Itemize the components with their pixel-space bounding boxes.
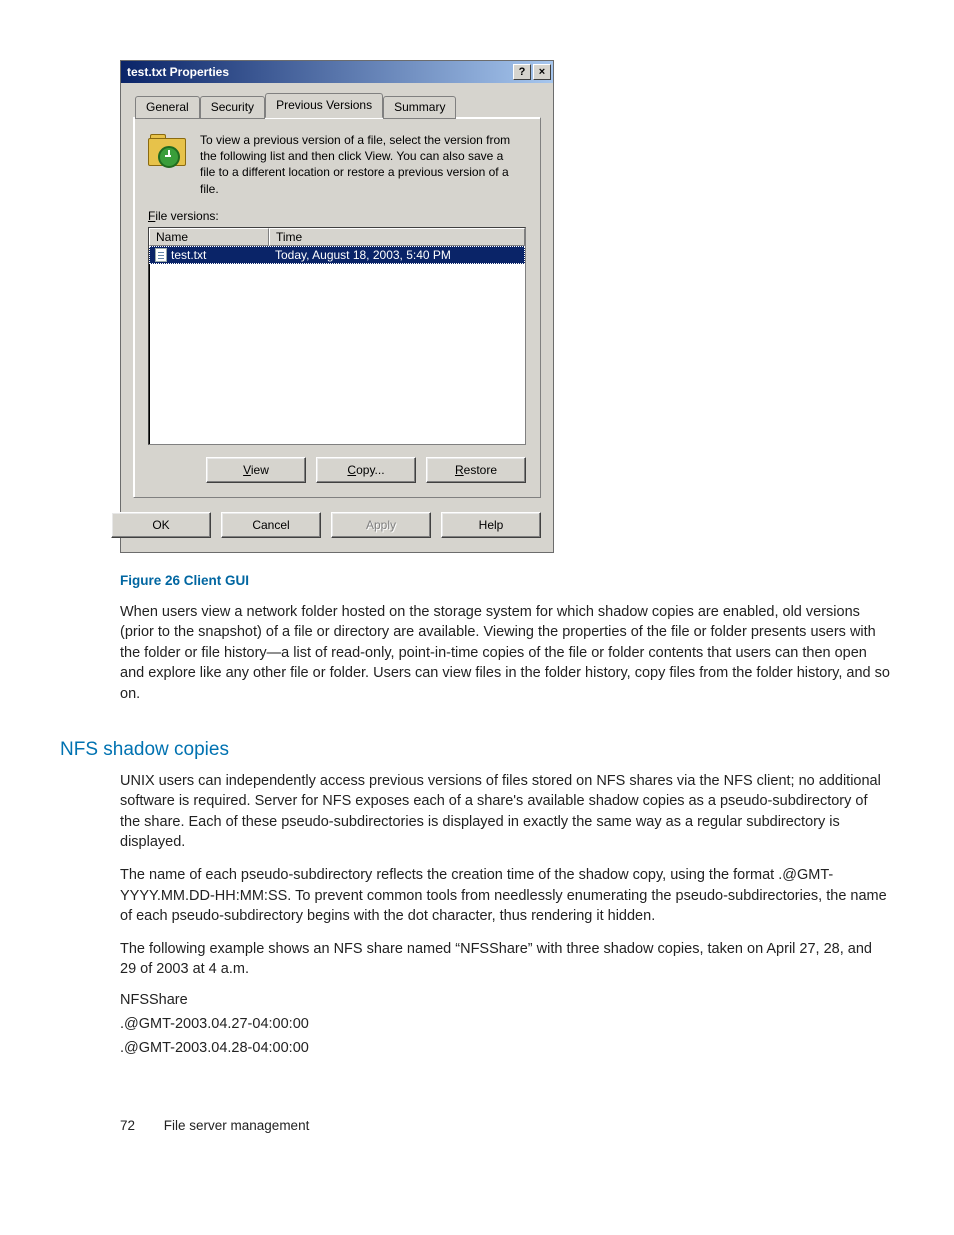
mnemonic: V <box>243 463 251 477</box>
tab-label: Security <box>211 100 254 114</box>
view-button[interactable]: View <box>206 457 306 483</box>
tab-panel: To view a previous version of a file, se… <box>133 117 541 498</box>
figure-caption: Figure 26 Client GUI <box>120 573 894 588</box>
label-rest: opy... <box>356 463 384 477</box>
label: Help <box>479 518 504 532</box>
previous-versions-icon <box>148 132 186 166</box>
section-name: File server management <box>164 1118 310 1133</box>
label-rest: estore <box>464 463 497 477</box>
body-paragraph: UNIX users can independently access prev… <box>120 771 890 853</box>
tabstrip: General Security Previous Versions Summa… <box>133 93 541 118</box>
column-name[interactable]: Name <box>149 228 269 246</box>
label-rest: iew <box>251 463 269 477</box>
window-title: test.txt Properties <box>127 65 511 79</box>
example-line: .@GMT-2003.04.27-04:00:00 <box>120 1016 894 1032</box>
mnemonic: C <box>347 463 356 477</box>
tab-previous-versions[interactable]: Previous Versions <box>265 93 383 118</box>
page-footer: 72 File server management <box>120 1118 894 1133</box>
close-button[interactable]: × <box>533 64 551 80</box>
column-time[interactable]: Time <box>269 228 525 246</box>
body-paragraph: The following example shows an NFS share… <box>120 939 890 980</box>
file-versions-label: File versions: <box>148 209 526 223</box>
question-icon: ? <box>519 66 526 78</box>
label: Cancel <box>252 518 289 532</box>
col-label: Name <box>156 230 188 244</box>
list-item[interactable]: test.txt Today, August 18, 2003, 5:40 PM <box>149 246 525 264</box>
page-number: 72 <box>120 1118 160 1133</box>
body-paragraph: The name of each pseudo-subdirectory ref… <box>120 865 890 927</box>
help-button[interactable]: ? <box>513 64 531 80</box>
list-header: Name Time <box>149 228 525 246</box>
file-name: test.txt <box>171 248 206 262</box>
cancel-button[interactable]: Cancel <box>221 512 321 538</box>
tab-security[interactable]: Security <box>200 96 265 119</box>
mnemonic: R <box>455 463 464 477</box>
file-time: Today, August 18, 2003, 5:40 PM <box>275 248 451 262</box>
help-button-bottom[interactable]: Help <box>441 512 541 538</box>
body-paragraph: When users view a network folder hosted … <box>120 602 890 705</box>
titlebar: test.txt Properties ? × <box>121 61 553 83</box>
cell-name: test.txt <box>149 248 269 262</box>
cell-time: Today, August 18, 2003, 5:40 PM <box>269 248 525 262</box>
close-icon: × <box>539 66 545 78</box>
apply-button[interactable]: Apply <box>331 512 431 538</box>
label: OK <box>152 518 169 532</box>
tab-label: Previous Versions <box>276 98 372 112</box>
ok-button[interactable]: OK <box>111 512 211 538</box>
tab-label: Summary <box>394 100 445 114</box>
label-rest: ile versions: <box>155 209 218 223</box>
example-line: NFSShare <box>120 992 894 1008</box>
restore-button[interactable]: Restore <box>426 457 526 483</box>
tab-general[interactable]: General <box>135 96 200 119</box>
tab-label: General <box>146 100 189 114</box>
section-heading: NFS shadow copies <box>60 739 894 761</box>
label: Apply <box>366 518 396 532</box>
example-line: .@GMT-2003.04.28-04:00:00 <box>120 1040 894 1056</box>
intro-text: To view a previous version of a file, se… <box>200 132 520 197</box>
file-versions-list[interactable]: Name Time test.txt Today, August 18, 200… <box>148 227 526 445</box>
file-icon <box>155 248 167 262</box>
col-label: Time <box>276 230 302 244</box>
properties-dialog: test.txt Properties ? × General Security… <box>120 60 554 553</box>
tab-summary[interactable]: Summary <box>383 96 456 119</box>
copy-button[interactable]: Copy... <box>316 457 416 483</box>
